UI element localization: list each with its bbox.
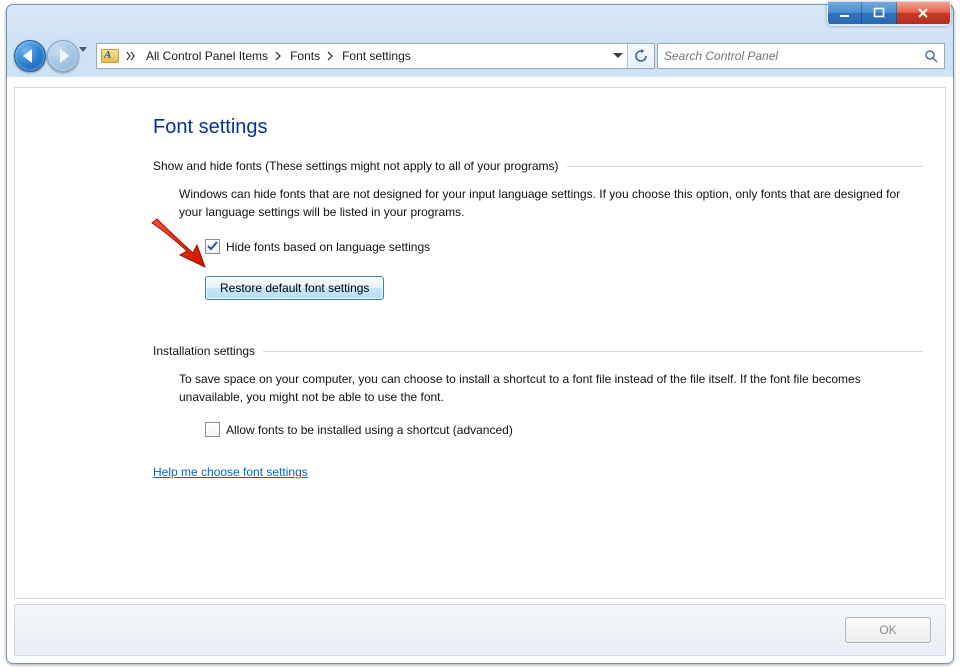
search-box[interactable] [657,43,945,69]
refresh-button[interactable] [627,44,654,68]
title-bar[interactable] [7,5,953,35]
shortcut-install-checkbox-label[interactable]: Allow fonts to be installed using a shor… [226,423,513,437]
hide-fonts-checkbox-label[interactable]: Hide fonts based on language settings [226,240,430,254]
breadcrumb-item-font-settings[interactable]: Font settings [338,49,415,63]
ok-button[interactable]: OK [845,617,931,643]
search-icon[interactable] [918,44,944,68]
group-show-hide-header: Show and hide fonts (These settings migh… [153,159,923,173]
group-install-legend: Installation settings [153,344,263,358]
shortcut-install-checkbox[interactable] [205,422,220,437]
nav-bar: All Control Panel Items Fonts Font setti… [7,35,953,75]
fonts-folder-icon [99,47,121,65]
search-input[interactable] [658,49,918,63]
page-title: Font settings [153,116,923,139]
group-show-hide-desc: Windows can hide fonts that are not desi… [153,185,923,221]
close-button[interactable] [897,2,950,24]
group-show-hide-legend: Show and hide fonts (These settings migh… [153,159,567,173]
breadcrumb-overflow-icon[interactable] [126,44,142,68]
group-install-desc: To save space on your computer, you can … [153,370,923,406]
minimize-button[interactable] [828,2,862,24]
breadcrumb-item-fonts[interactable]: Fonts [286,49,324,63]
help-link[interactable]: Help me choose font settings [153,465,308,479]
hide-fonts-checkbox[interactable] [205,239,220,254]
explorer-window: All Control Panel Items Fonts Font setti… [6,4,954,664]
chevron-right-icon[interactable] [324,44,338,68]
breadcrumb-item-control-panel[interactable]: All Control Panel Items [142,49,272,63]
forward-button[interactable] [47,40,79,72]
chevron-right-icon[interactable] [272,44,286,68]
window-controls [827,2,951,26]
address-dropdown-icon[interactable] [608,44,627,68]
refresh-icon [634,49,648,63]
address-bar[interactable]: All Control Panel Items Fonts Font setti… [96,43,655,69]
maximize-button[interactable] [862,2,896,24]
check-icon [207,241,218,252]
back-button[interactable] [14,40,46,72]
group-install-header: Installation settings [153,344,923,358]
restore-default-button[interactable]: Restore default font settings [205,276,384,300]
history-dropdown-icon[interactable] [79,47,87,52]
command-bar: OK [14,604,946,656]
content-pane: Font settings Show and hide fonts (These… [14,87,946,599]
